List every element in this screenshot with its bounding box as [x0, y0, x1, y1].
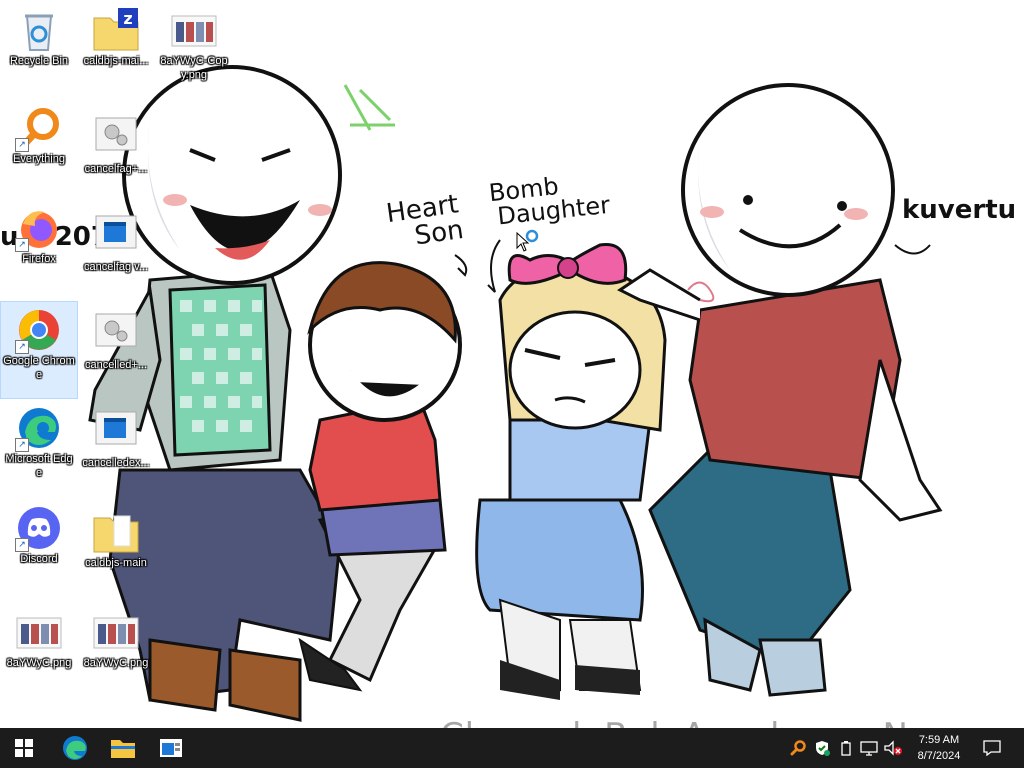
desktop-icon-caldbjs-main[interactable]: caldbjs-main [78, 504, 154, 600]
taskbar-file-explorer-button[interactable] [100, 728, 146, 768]
desktop-icon-microsoft-edge[interactable]: ↗ Microsoft Edge [1, 400, 77, 496]
icon-label: cancelledex... [82, 457, 150, 469]
desktop-icon-discord[interactable]: ↗ Discord [1, 500, 77, 596]
folder-icon [92, 508, 140, 556]
gear-file-icon [92, 310, 140, 358]
discord-icon: ↗ [15, 504, 63, 552]
desktop-icon-firefox[interactable]: ↗ Firefox [1, 200, 77, 296]
icon-label: Microsoft Edge [5, 453, 73, 479]
everything-search-icon [790, 740, 806, 756]
shortcut-arrow-icon: ↗ [15, 538, 29, 552]
icon-label: Discord [20, 553, 58, 565]
edge-icon [63, 736, 87, 760]
shortcut-arrow-icon: ↗ [15, 238, 29, 252]
chrome-icon: ↗ [15, 306, 63, 354]
notification-center-button[interactable] [978, 728, 1006, 768]
desktop-icon-caldbjs-zip[interactable]: z caldbjs-mai... [78, 2, 154, 98]
start-button[interactable] [0, 728, 48, 768]
window-file-icon [92, 408, 140, 456]
icon-label: caldbjs-main [85, 557, 147, 569]
recycle-bin-icon [15, 6, 63, 54]
character-kuvertu [617, 83, 943, 697]
tray-volume[interactable] [882, 728, 904, 768]
desktop-icon-google-chrome[interactable]: ↗ Google Chrome [0, 301, 78, 399]
icon-label: Google Chrome [3, 355, 75, 381]
icon-label: caldbjs-mai... [83, 55, 149, 67]
battery-icon [841, 741, 851, 756]
window-file-icon [92, 212, 140, 260]
image-file-icon [92, 608, 140, 656]
taskbar: 7:59 AM 8/7/2024 [0, 728, 1024, 768]
notification-icon [983, 740, 1001, 756]
busy-indicator-icon [525, 229, 539, 243]
desktop-icon-8aywyc-copy[interactable]: 8aYWyC-Copy.png [156, 2, 232, 98]
desktop-icon-8aywyc-b[interactable]: 8aYWyC.png [78, 604, 154, 700]
icon-label: 8aYWyC.png [83, 657, 149, 669]
tray-battery[interactable] [836, 728, 856, 768]
desktop-icon-cancelledex[interactable]: cancelledex... [78, 404, 154, 500]
desktop-icon-recycle-bin[interactable]: Recycle Bin [1, 2, 77, 98]
tray-everything[interactable] [786, 728, 810, 768]
security-shield-icon [816, 741, 830, 756]
clock-time: 7:59 AM [918, 734, 960, 746]
bomb-daughter-label: Bomb Daughter [487, 172, 612, 231]
desktop-icon-cancelled-plus[interactable]: cancelled+... [78, 306, 154, 402]
icon-label: Everything [13, 153, 65, 165]
network-icon [860, 741, 878, 756]
image-file-icon [170, 6, 218, 54]
shortcut-arrow-icon: ↗ [15, 138, 29, 152]
gear-file-icon [92, 114, 140, 162]
svg-text:z: z [123, 9, 132, 28]
taskbar-clock[interactable]: 7:59 AM 8/7/2024 [906, 728, 972, 768]
tray-security[interactable] [810, 728, 834, 768]
desktop[interactable]: Heart Son Bomb Daughter kuvertu u 72076 … [0, 0, 1024, 728]
image-file-icon [15, 608, 63, 656]
edge-icon: ↗ [15, 404, 63, 452]
icon-label: 8aYWyC-Copy.png [160, 55, 228, 81]
tray-network[interactable] [858, 728, 880, 768]
icon-label: cancelfag v... [84, 261, 148, 273]
icon-label: cancelfag+... [84, 163, 148, 175]
everything-search-icon: ↗ [15, 104, 63, 152]
kuvertu-label: kuvertu [902, 195, 1017, 225]
shortcut-arrow-icon: ↗ [15, 340, 29, 354]
zip-folder-icon: z [92, 6, 140, 54]
desktop-icon-everything[interactable]: ↗ Everything [1, 100, 77, 196]
app-window-icon [160, 739, 182, 757]
volume-muted-icon [884, 740, 902, 756]
shortcut-arrow-icon: ↗ [15, 438, 29, 452]
firefox-icon: ↗ [15, 204, 63, 252]
taskbar-edge-button[interactable] [52, 728, 98, 768]
desktop-icon-8aywyc-a[interactable]: 8aYWyC.png [1, 604, 77, 700]
icon-label: Recycle Bin [9, 55, 69, 67]
icon-label: 8aYWyC.png [6, 657, 72, 669]
desktop-icon-cancelfag-v[interactable]: cancelfag v... [78, 208, 154, 304]
taskbar-app-button[interactable] [148, 728, 194, 768]
file-explorer-icon [111, 740, 135, 758]
watermark: CherrydoBoloAconha on Newgrounds [440, 716, 1024, 728]
icon-label: cancelled+... [84, 359, 148, 371]
clock-date: 8/7/2024 [917, 750, 961, 762]
character-bomb-daughter [475, 242, 667, 700]
desktop-icon-cancelfag-plus[interactable]: cancelfag+... [78, 110, 154, 206]
icon-label: Firefox [22, 253, 56, 265]
windows-start-icon [15, 739, 33, 757]
heart-son-label: Heart Son [384, 189, 466, 252]
